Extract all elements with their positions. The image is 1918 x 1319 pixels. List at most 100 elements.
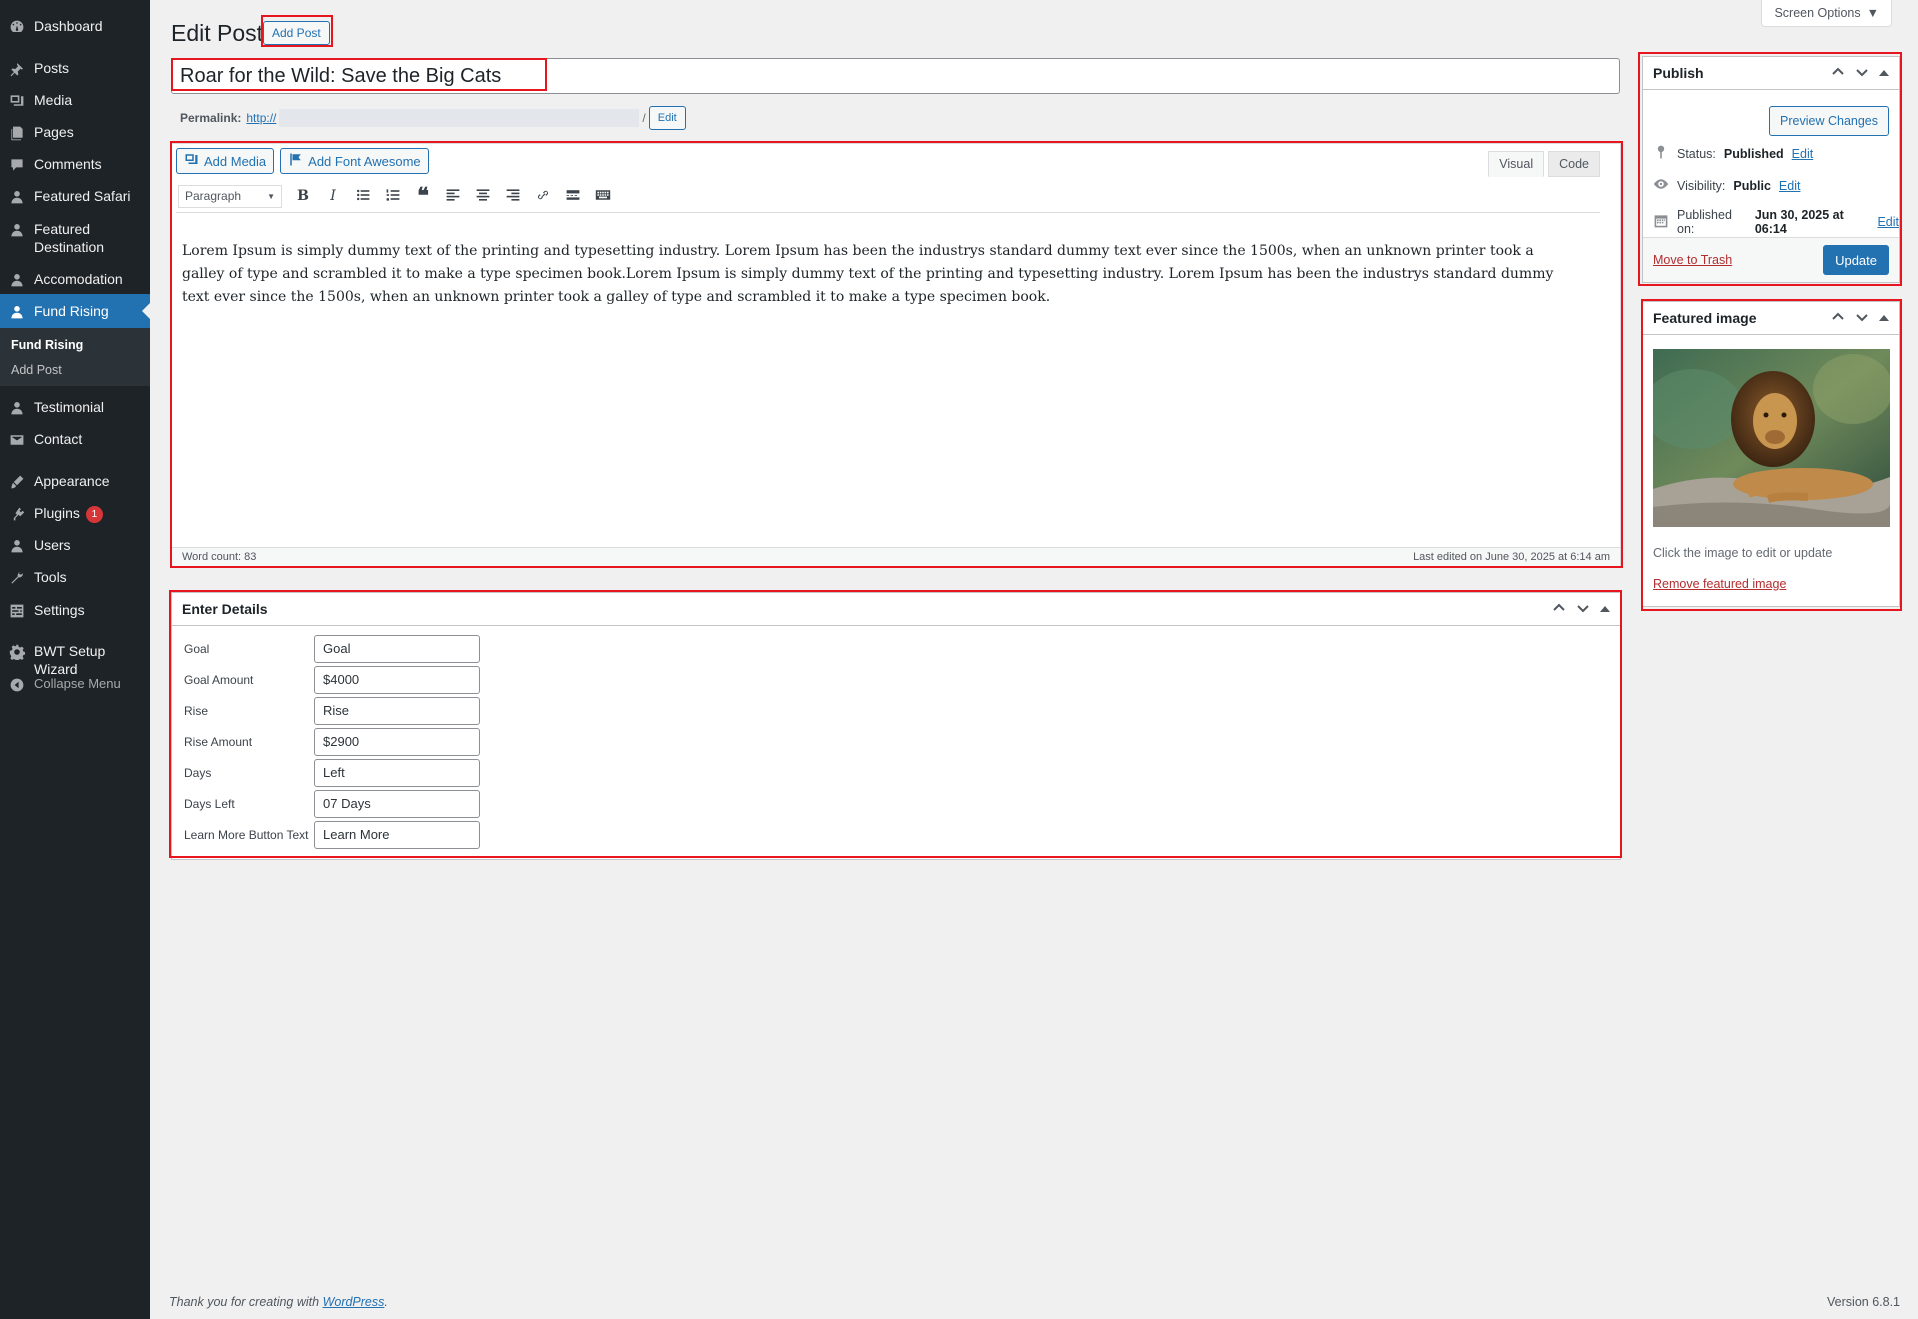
detail-row: Goal Amount $4000 bbox=[184, 666, 480, 694]
menu-dashboard[interactable]: Dashboard bbox=[0, 17, 150, 36]
days-left-field[interactable]: 07 Days bbox=[314, 790, 480, 818]
dashboard-icon bbox=[8, 18, 26, 36]
move-up-icon[interactable] bbox=[1831, 310, 1845, 327]
menu-label: Pages bbox=[34, 124, 74, 140]
publish-actions: Move to Trash Update bbox=[1643, 237, 1899, 282]
menu-appearance[interactable]: Appearance bbox=[0, 472, 150, 491]
menu-testimonial[interactable]: Testimonial bbox=[0, 398, 150, 417]
menu-featured-safari[interactable]: Featured Safari bbox=[0, 187, 150, 206]
footer-thanks: Thank you for creating with WordPress. bbox=[169, 1295, 388, 1309]
editor-content[interactable]: Lorem Ipsum is simply dummy text of the … bbox=[182, 240, 1580, 309]
permalink-suffix: / bbox=[642, 111, 646, 125]
move-up-icon[interactable] bbox=[1831, 65, 1845, 82]
align-left-button[interactable] bbox=[438, 181, 468, 211]
metabox-header: Featured image bbox=[1643, 302, 1899, 335]
menu-label: Tools bbox=[34, 569, 67, 585]
page-title: Edit Post bbox=[171, 20, 264, 46]
add-font-awesome-button[interactable]: Add Font Awesome bbox=[280, 148, 429, 174]
menu-featured-destination[interactable]: Featured Destination bbox=[0, 220, 150, 256]
toggle-panel-icon[interactable] bbox=[1879, 70, 1889, 76]
days-label: Days bbox=[184, 766, 212, 780]
admin-sidebar: Dashboard Posts Media Pages Comments Fea… bbox=[0, 0, 150, 1319]
toolbar-toggle-button[interactable] bbox=[588, 181, 618, 211]
featured-image-metabox: Featured image Click the image to edit o… bbox=[1642, 301, 1900, 607]
read-more-button[interactable] bbox=[558, 181, 588, 211]
collapse-menu-button[interactable]: Collapse Menu bbox=[0, 675, 150, 694]
edit-date-link[interactable]: Edit bbox=[1877, 215, 1899, 229]
rise-field[interactable]: Rise bbox=[314, 697, 480, 725]
published-label: Published on: bbox=[1677, 208, 1732, 236]
screen-options-button[interactable]: Screen Options ▼ bbox=[1761, 0, 1892, 27]
permalink-link[interactable]: http:// bbox=[246, 111, 276, 125]
collapse-icon bbox=[8, 676, 26, 694]
keyboard-icon bbox=[595, 187, 611, 206]
numbered-list-button[interactable] bbox=[378, 181, 408, 211]
menu-settings[interactable]: Settings bbox=[0, 601, 150, 620]
visibility-line: Visibility: Public Edit bbox=[1653, 176, 1800, 195]
menu-pages[interactable]: Pages bbox=[0, 123, 150, 142]
menu-comments[interactable]: Comments bbox=[0, 155, 150, 174]
menu-tools[interactable]: Tools bbox=[0, 568, 150, 587]
bullet-list-button[interactable] bbox=[348, 181, 378, 211]
toggle-panel-icon[interactable] bbox=[1600, 606, 1610, 612]
menu-plugins[interactable]: Plugins 1 bbox=[0, 504, 150, 523]
align-right-icon bbox=[505, 187, 521, 206]
status-label: Status: bbox=[1677, 146, 1716, 161]
enter-details-metabox: Enter Details Goal Goal Goal Amount $400… bbox=[171, 592, 1621, 860]
menu-bwt-setup-wizard[interactable]: BWT Setup Wizard bbox=[0, 642, 150, 678]
goal-field[interactable]: Goal bbox=[314, 635, 480, 663]
brush-icon bbox=[8, 473, 26, 491]
format-select[interactable]: Paragraph ▼ bbox=[178, 184, 282, 208]
move-down-icon[interactable] bbox=[1855, 65, 1869, 82]
wordpress-link[interactable]: WordPress bbox=[323, 1295, 385, 1309]
footer-period: . bbox=[384, 1295, 388, 1309]
italic-button[interactable]: I bbox=[318, 181, 348, 211]
align-right-button[interactable] bbox=[498, 181, 528, 211]
format-select-value: Paragraph bbox=[185, 189, 242, 203]
remove-featured-image-link[interactable]: Remove featured image bbox=[1653, 577, 1786, 591]
user-icon bbox=[8, 188, 26, 206]
permalink-edit-button[interactable]: Edit bbox=[648, 106, 686, 130]
numbered-list-icon bbox=[385, 187, 401, 206]
add-post-button[interactable]: Add Post bbox=[263, 21, 330, 45]
blockquote-button[interactable]: ❝ bbox=[408, 181, 438, 211]
menu-accomodation[interactable]: Accomodation bbox=[0, 270, 150, 289]
align-center-button[interactable] bbox=[468, 181, 498, 211]
footer-thanks-text: Thank you for creating with bbox=[169, 1295, 320, 1309]
insert-link-button[interactable] bbox=[528, 181, 558, 211]
tab-code[interactable]: Code bbox=[1548, 151, 1600, 177]
menu-fund-rising[interactable]: Fund Rising bbox=[0, 294, 150, 328]
post-editor: Add Media Add Font Awesome Visual Code P… bbox=[171, 143, 1621, 567]
featured-image-note: Click the image to edit or update bbox=[1653, 546, 1833, 560]
move-down-icon[interactable] bbox=[1576, 601, 1590, 618]
learn-more-field[interactable]: Learn More bbox=[314, 821, 480, 849]
preview-changes-button[interactable]: Preview Changes bbox=[1769, 106, 1889, 136]
bold-button[interactable]: B bbox=[288, 181, 318, 211]
metabox-controls bbox=[1831, 310, 1889, 327]
menu-users[interactable]: Users bbox=[0, 536, 150, 555]
edit-status-link[interactable]: Edit bbox=[1792, 147, 1814, 161]
update-button[interactable]: Update bbox=[1823, 245, 1889, 275]
add-media-button[interactable]: Add Media bbox=[176, 148, 275, 174]
toggle-panel-icon[interactable] bbox=[1879, 315, 1889, 321]
edit-visibility-link[interactable]: Edit bbox=[1779, 179, 1801, 193]
rise-amount-field[interactable]: $2900 bbox=[314, 728, 480, 756]
move-down-icon[interactable] bbox=[1855, 310, 1869, 327]
metabox-title: Featured image bbox=[1653, 310, 1757, 326]
featured-image-lion[interactable] bbox=[1653, 349, 1890, 527]
user-icon bbox=[8, 221, 26, 239]
goal-amount-field[interactable]: $4000 bbox=[314, 666, 480, 694]
menu-media[interactable]: Media bbox=[0, 91, 150, 110]
days-field[interactable]: Left bbox=[314, 759, 480, 787]
move-to-trash-link[interactable]: Move to Trash bbox=[1653, 253, 1732, 267]
move-up-icon[interactable] bbox=[1552, 601, 1566, 618]
metabox-controls bbox=[1552, 601, 1610, 618]
submenu-add-post[interactable]: Add Post bbox=[11, 363, 62, 377]
menu-posts[interactable]: Posts bbox=[0, 59, 150, 78]
detail-row: Goal Goal bbox=[184, 635, 480, 663]
post-title-input[interactable]: Roar for the Wild: Save the Big Cats bbox=[171, 58, 1620, 94]
user-icon bbox=[8, 271, 26, 289]
submenu-fund-rising[interactable]: Fund Rising bbox=[11, 338, 83, 352]
tab-visual[interactable]: Visual bbox=[1488, 151, 1545, 177]
menu-contact[interactable]: Contact bbox=[0, 430, 150, 449]
